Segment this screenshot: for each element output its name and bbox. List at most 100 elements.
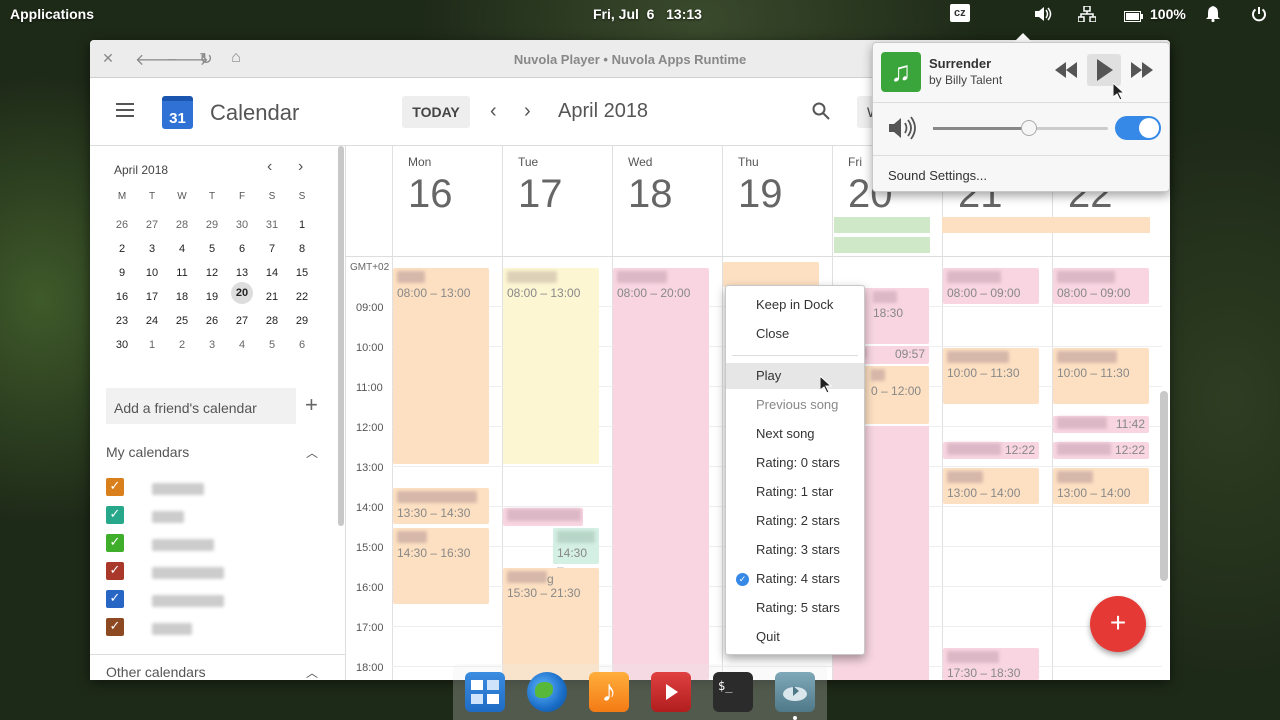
mini-day[interactable]: 9 [112, 263, 132, 283]
keyboard-layout-indicator[interactable]: cz [950, 4, 970, 22]
menu-item-previous-song[interactable]: Previous song [726, 392, 864, 418]
mini-day[interactable]: 29 [292, 311, 312, 331]
mini-day[interactable]: 3 [202, 335, 222, 355]
mini-day[interactable]: 17 [142, 287, 162, 307]
other-calendars-heading[interactable]: Other calendars [106, 664, 206, 680]
day-number[interactable]: 19 [738, 172, 783, 217]
collapse-my-calendars-icon[interactable]: ︿ [306, 444, 318, 461]
day-number[interactable]: 17 [518, 172, 563, 217]
multitasking-view-icon[interactable] [465, 672, 505, 712]
menu-item-rating-2-stars[interactable]: Rating: 2 stars [726, 508, 864, 534]
calendar-checkbox[interactable]: ✓ [106, 506, 124, 524]
sound-settings-link[interactable]: Sound Settings... [888, 168, 987, 183]
sidebar-scrollbar[interactable] [338, 146, 344, 526]
menu-item-rating-0-stars[interactable]: Rating: 0 stars [726, 450, 864, 476]
main-menu-icon[interactable] [116, 102, 136, 123]
menu-item-next-song[interactable]: Next song [726, 421, 864, 447]
calendar-checkbox[interactable]: ✓ [106, 562, 124, 580]
mute-toggle[interactable] [1115, 116, 1161, 140]
mini-day[interactable]: 31 [262, 215, 282, 235]
mini-day[interactable]: 5 [262, 335, 282, 355]
panel-clock[interactable]: Fri, Jul 6 13:13 [593, 6, 702, 22]
mini-day[interactable]: 14 [262, 263, 282, 283]
mini-day[interactable]: 28 [172, 215, 192, 235]
search-icon[interactable] [812, 102, 830, 125]
calendar-checkbox[interactable]: ✓ [106, 590, 124, 608]
play-button[interactable] [1087, 54, 1121, 86]
collapse-other-calendars-icon[interactable]: ︿ [306, 664, 318, 680]
mini-day[interactable]: 29 [202, 215, 222, 235]
event-card[interactable]: 14:30 – [553, 528, 599, 574]
mini-day[interactable]: 8 [292, 239, 312, 259]
menu-item-play[interactable]: Play [726, 363, 864, 389]
mini-day[interactable]: 25 [172, 311, 192, 331]
event-card[interactable]: 13:00 – 14:00 [943, 468, 1039, 504]
event-card[interactable]: 08:00 – 09:00 [1053, 268, 1149, 304]
event-card[interactable]: 08:00 – 09:00 [943, 268, 1039, 304]
mini-day[interactable]: 27 [142, 215, 162, 235]
mini-day[interactable]: 10 [142, 263, 162, 283]
mini-day[interactable]: 11 [172, 263, 192, 283]
event-card[interactable]: 12:22 [1053, 442, 1149, 459]
event-card[interactable] [503, 508, 583, 526]
event-card[interactable]: 10:00 – 11:30 [1053, 348, 1149, 404]
mini-day[interactable]: 26 [202, 311, 222, 331]
battery-icon[interactable] [1124, 9, 1144, 25]
mini-day[interactable]: 27 [232, 311, 252, 331]
mini-day[interactable]: 5 [202, 239, 222, 259]
prev-week-icon[interactable]: ‹ [490, 100, 497, 123]
mini-day[interactable]: 4 [232, 335, 252, 355]
videos-icon[interactable] [651, 672, 691, 712]
add-friend-icon[interactable]: + [305, 392, 318, 418]
day-number[interactable]: 16 [408, 172, 453, 217]
mini-day[interactable]: 28 [262, 311, 282, 331]
event-card[interactable]: 13:30 – 14:30 [393, 488, 489, 524]
calendar-checkbox[interactable]: ✓ [106, 534, 124, 552]
applications-menu[interactable]: Applications [10, 6, 94, 22]
allday-event[interactable] [834, 237, 930, 253]
my-calendars-heading[interactable]: My calendars [106, 444, 189, 460]
menu-item-quit[interactable]: Quit [726, 624, 864, 650]
battery-percent[interactable]: 100% [1150, 6, 1186, 22]
mini-day[interactable]: 24 [142, 311, 162, 331]
volume-knob[interactable] [1021, 120, 1038, 136]
previous-track-icon[interactable] [1055, 62, 1077, 83]
event-card[interactable]: 11:42 [1053, 416, 1149, 433]
mini-day[interactable]: 2 [172, 335, 192, 355]
mini-day[interactable]: 20 [231, 282, 253, 304]
volume-icon[interactable] [1033, 5, 1053, 26]
today-button[interactable]: TODAY [402, 96, 470, 128]
mini-day[interactable]: 1 [292, 215, 312, 235]
mini-day[interactable]: 21 [262, 287, 282, 307]
terminal-icon[interactable]: $_ [713, 672, 753, 712]
event-card[interactable]: 10:00 – 11:30 [943, 348, 1039, 404]
event-card[interactable]: 08:00 – 13:00 [503, 268, 599, 464]
mini-day[interactable]: 4 [172, 239, 192, 259]
allday-event[interactable] [942, 217, 1150, 233]
mini-day[interactable]: 16 [112, 287, 132, 307]
mini-day[interactable]: 22 [292, 287, 312, 307]
menu-item-rating-4-stars[interactable]: ✓ Rating: 4 stars [726, 566, 864, 592]
next-week-icon[interactable]: › [524, 100, 531, 123]
power-icon[interactable] [1251, 6, 1267, 25]
menu-item-keep-in-dock[interactable]: Keep in Dock [726, 292, 864, 318]
grid-scrollbar[interactable] [1160, 391, 1168, 581]
mini-day[interactable]: 15 [292, 263, 312, 283]
mini-day[interactable]: 23 [112, 311, 132, 331]
menu-item-rating-5-stars[interactable]: Rating: 5 stars [726, 595, 864, 621]
mini-day[interactable]: 13 [232, 263, 252, 283]
event-card[interactable] [723, 262, 819, 287]
event-card[interactable]: 08:00 – 20:00 [613, 268, 709, 680]
music-icon[interactable]: ♪ [589, 672, 629, 712]
mini-day[interactable]: 18 [172, 287, 192, 307]
mini-day[interactable]: 12 [202, 263, 222, 283]
event-card[interactable]: 08:00 – 13:00 [393, 268, 489, 464]
mini-day[interactable]: 19 [202, 287, 222, 307]
calendar-checkbox[interactable]: ✓ [106, 478, 124, 496]
mini-day[interactable]: 1 [142, 335, 162, 355]
menu-item-rating-3-stars[interactable]: Rating: 3 stars [726, 537, 864, 563]
event-card[interactable]: 17:30 – 18:30 [943, 648, 1039, 680]
next-track-icon[interactable] [1131, 62, 1153, 83]
event-card[interactable]: 13:00 – 14:00 [1053, 468, 1149, 504]
allday-event[interactable] [834, 217, 930, 233]
